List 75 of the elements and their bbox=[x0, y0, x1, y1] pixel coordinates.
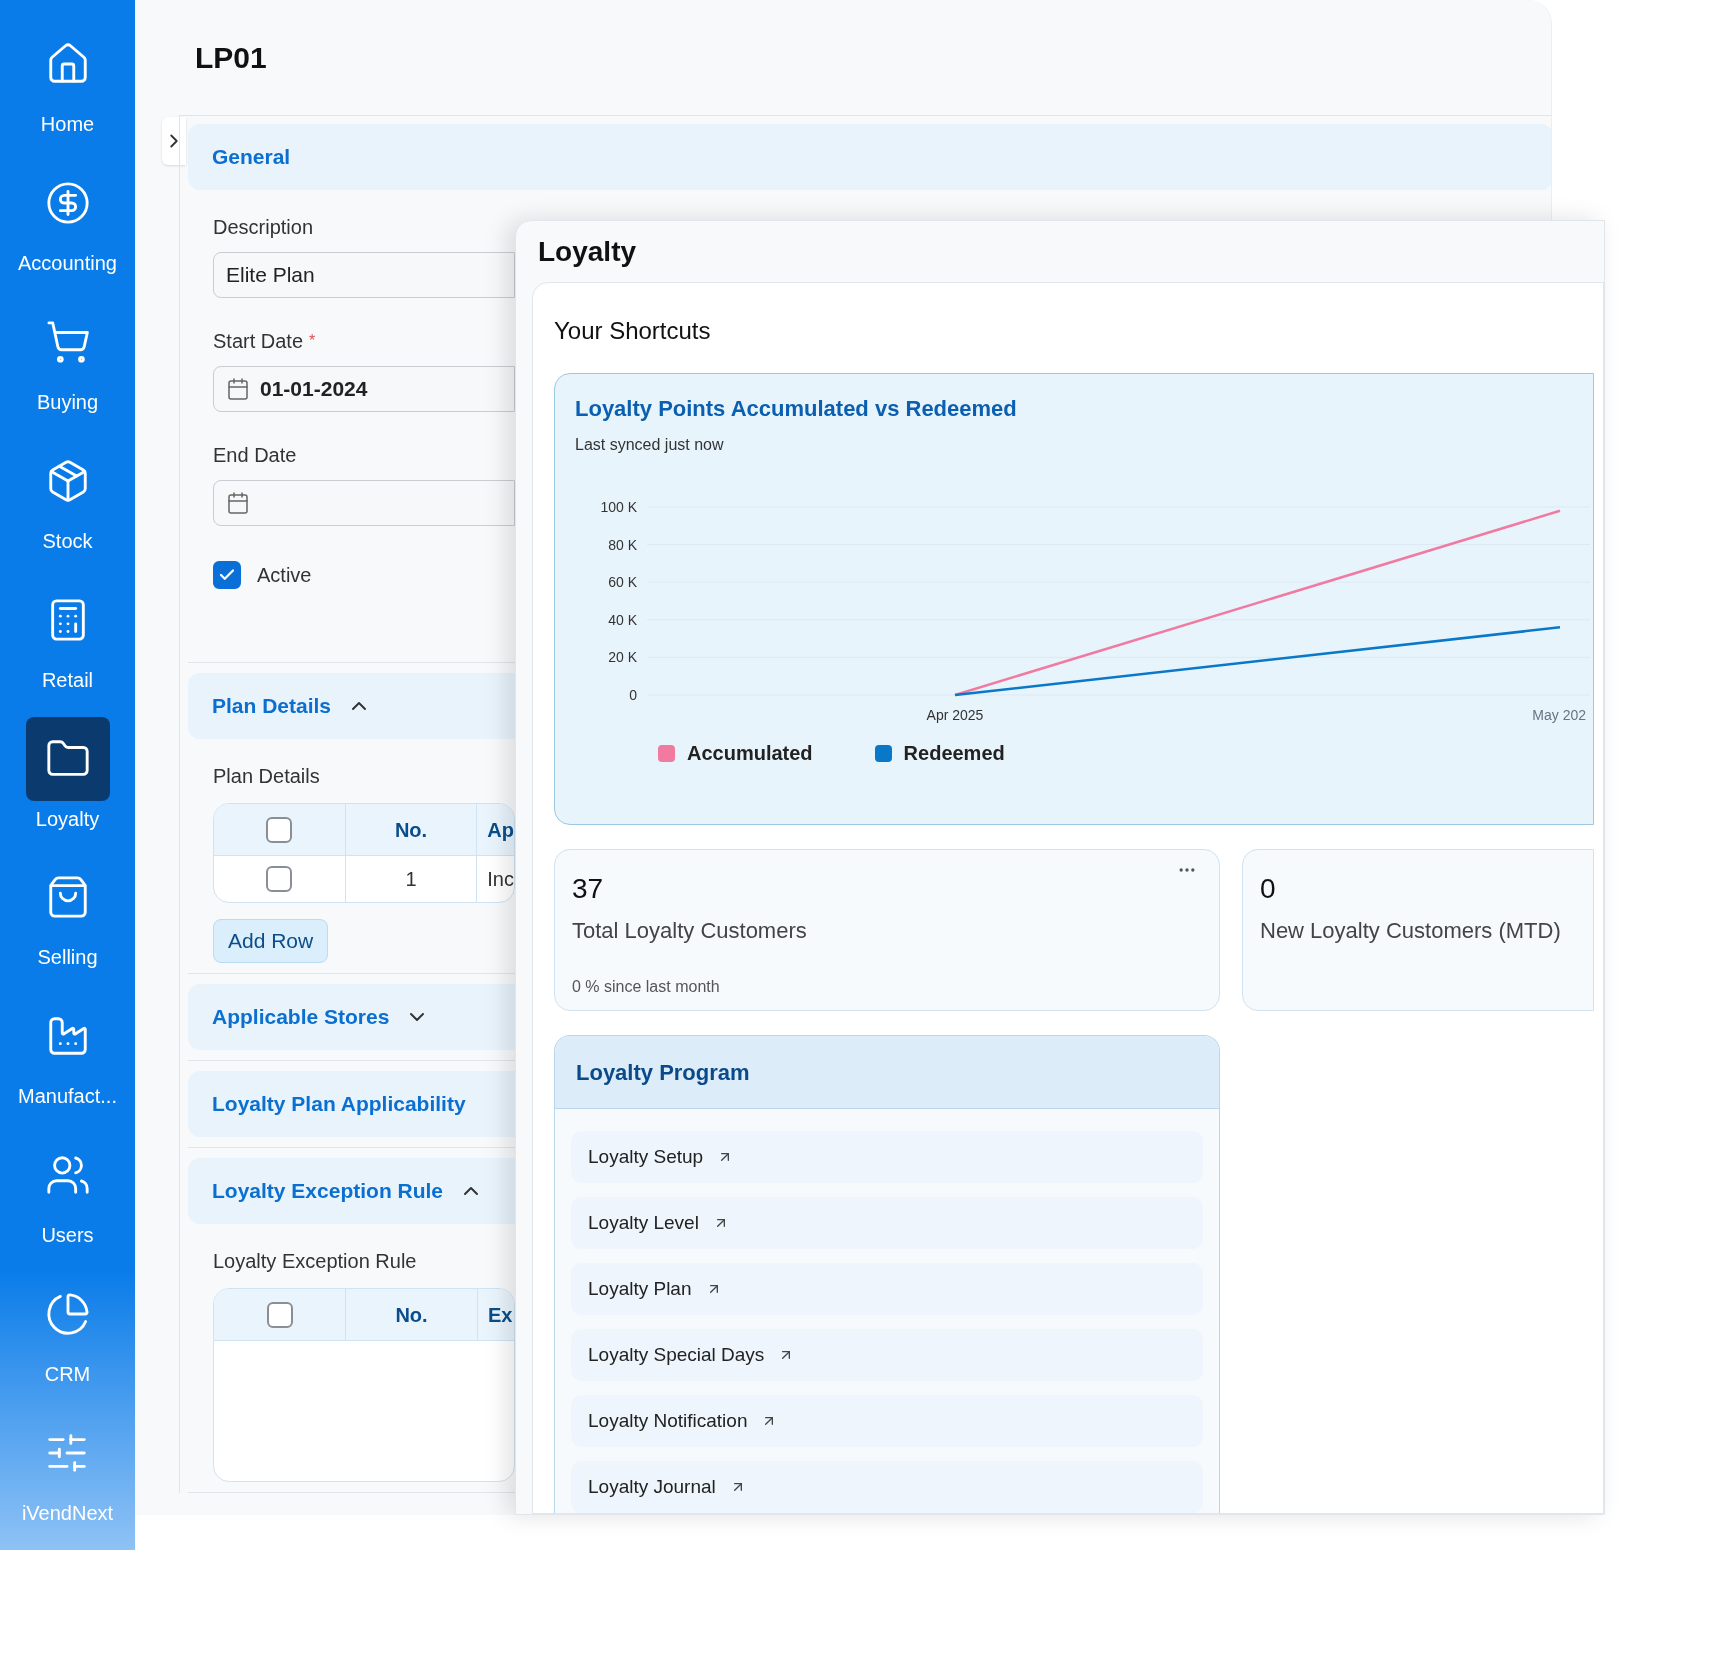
axis-tick-label: Apr 2025 bbox=[926, 707, 984, 723]
expand-toggle-button[interactable] bbox=[162, 117, 186, 165]
pie-chart-icon bbox=[44, 1291, 91, 1338]
panel-title: Your Shortcuts bbox=[554, 316, 712, 346]
sidebar-item[interactable] bbox=[25, 716, 110, 801]
sidebar-label: Manufact... bbox=[18, 1084, 117, 1109]
section-title: Loyalty Plan Applicability bbox=[212, 1091, 466, 1118]
card-title: Loyalty Program bbox=[576, 1058, 750, 1087]
section-header[interactable]: Plan Details bbox=[188, 673, 515, 739]
checkbox[interactable] bbox=[266, 816, 293, 843]
sidebar-label: Buying bbox=[36, 389, 99, 414]
section-title: Applicable Stores bbox=[212, 1004, 390, 1031]
column-header: Ap bbox=[487, 817, 514, 843]
chart-title: Loyalty Points Accumulated vs Redeemed bbox=[575, 395, 1018, 423]
sync-status: Last synced just now bbox=[575, 435, 725, 455]
shortcut-link[interactable]: Loyalty Plan bbox=[571, 1263, 1203, 1315]
field-label: Start Date bbox=[213, 329, 304, 354]
stat-label: Total Loyalty Customers bbox=[572, 917, 808, 945]
stat-value: 37 bbox=[572, 872, 604, 906]
sidebar-label: Retail bbox=[41, 667, 94, 692]
table-label: Loyalty Exception Rule bbox=[213, 1249, 417, 1274]
shortcut-link[interactable]: Loyalty Special Days bbox=[571, 1329, 1203, 1381]
table-cell-text: 1 bbox=[405, 867, 417, 892]
sidebar-label: Accounting bbox=[18, 250, 117, 275]
input-field[interactable]: Elite Plan bbox=[213, 252, 515, 298]
checkbox[interactable] bbox=[266, 866, 293, 892]
dollar-icon bbox=[44, 179, 91, 226]
axis-tick-label: 40 K bbox=[608, 611, 637, 628]
sidebar-label: Users bbox=[41, 1223, 94, 1248]
section-title: Plan Details bbox=[212, 693, 332, 720]
shortcut-link[interactable]: Loyalty Journal bbox=[571, 1461, 1203, 1513]
calendar-icon bbox=[226, 377, 250, 401]
table-cell-text: Inc bbox=[487, 867, 514, 892]
page-title: LP01 bbox=[195, 40, 267, 76]
column-header: No. bbox=[395, 1302, 428, 1328]
sidebar-label: Stock bbox=[42, 528, 93, 553]
table-label: Plan Details bbox=[213, 764, 320, 789]
date-field[interactable]: 01-01-2024 bbox=[213, 366, 515, 412]
sidebar-label: iVendNext bbox=[21, 1501, 114, 1526]
section-title: Loyalty Exception Rule bbox=[212, 1178, 444, 1205]
axis-tick-label: May 202 bbox=[1532, 707, 1586, 723]
date-field[interactable] bbox=[213, 480, 515, 526]
section-header[interactable]: General bbox=[188, 124, 1551, 190]
axis-tick-label: 60 K bbox=[608, 574, 637, 591]
axis-tick-label: 0 bbox=[629, 687, 637, 703]
legend-label: Redeemed bbox=[903, 741, 1005, 766]
required-mark: * bbox=[309, 331, 316, 351]
checkbox[interactable] bbox=[266, 1301, 293, 1328]
legend-label: Accumulated bbox=[687, 741, 813, 766]
field-label: End Date bbox=[213, 443, 297, 468]
add-row-button[interactable]: Add Row bbox=[213, 919, 329, 963]
checkbox-label: Active bbox=[257, 563, 312, 588]
stat-label: New Loyalty Customers (MTD) bbox=[1260, 917, 1562, 945]
column-header: No. bbox=[394, 817, 428, 843]
section-title: General bbox=[212, 144, 291, 171]
column-header: Ex bbox=[488, 1302, 513, 1328]
field-label: Description bbox=[213, 215, 314, 240]
sidebar-label: Selling bbox=[37, 945, 98, 970]
stat-value: 0 bbox=[1260, 872, 1276, 906]
shortcut-link[interactable]: Loyalty Setup bbox=[571, 1131, 1203, 1183]
section-header[interactable]: Applicable Stores bbox=[188, 984, 515, 1050]
axis-tick-label: 20 K bbox=[608, 649, 637, 666]
shortcut-link[interactable]: Loyalty Level bbox=[571, 1197, 1203, 1249]
shortcut-link[interactable]: Loyalty Notification bbox=[571, 1395, 1203, 1447]
window-title: Loyalty bbox=[538, 234, 637, 269]
axis-tick-label: 80 K bbox=[608, 536, 637, 553]
axis-tick-label: 100 K bbox=[600, 499, 637, 515]
sidebar-label: Home bbox=[40, 112, 95, 136]
sidebar-label: CRM bbox=[44, 1362, 91, 1387]
section-header[interactable]: Loyalty Plan Applicability bbox=[188, 1071, 515, 1137]
sidebar-label: Loyalty bbox=[35, 806, 100, 831]
stat-note: 0 % since last month bbox=[572, 977, 721, 997]
section-header[interactable]: Loyalty Exception Rule bbox=[188, 1158, 515, 1224]
checkbox[interactable] bbox=[213, 561, 241, 589]
calendar-icon bbox=[226, 491, 250, 515]
